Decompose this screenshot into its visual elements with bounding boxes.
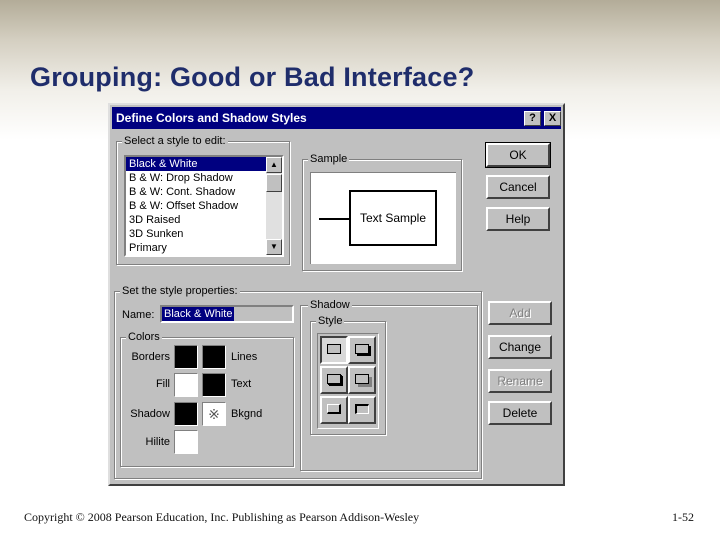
cancel-button[interactable]: Cancel <box>486 175 550 199</box>
sample-line <box>319 218 349 220</box>
fill-color-swatch[interactable] <box>174 373 198 397</box>
shadow-style-raised-button[interactable] <box>320 396 348 424</box>
sample-preview: Text Sample <box>310 172 456 264</box>
rename-button[interactable]: Rename <box>488 369 552 393</box>
define-colors-dialog: Define Colors and Shadow Styles ? X Sele… <box>108 103 565 486</box>
list-item[interactable]: Primary <box>126 241 282 255</box>
sunken-icon <box>355 404 369 414</box>
lines-label: Lines <box>231 351 258 363</box>
style-list: Black & White B & W: Drop Shadow B & W: … <box>126 157 282 255</box>
offset-shadow-icon <box>355 374 369 384</box>
delete-button[interactable]: Delete <box>488 401 552 425</box>
footer-page-number: 1-52 <box>672 510 694 524</box>
shadow-color-swatch[interactable] <box>174 402 198 426</box>
borders-label: Borders <box>131 351 170 363</box>
pattern-icon: ※ <box>208 406 220 422</box>
shadow-style-cont-button[interactable] <box>320 366 348 394</box>
list-item[interactable]: B & W: Cont. Shadow <box>126 185 282 199</box>
help-button[interactable]: Help <box>486 207 550 231</box>
list-item[interactable]: B & W: Offset Shadow <box>126 199 282 213</box>
list-item[interactable]: B & W: Drop Shadow <box>126 171 282 185</box>
shadow-style-drop-button[interactable] <box>348 336 376 364</box>
hilite-color-swatch[interactable] <box>174 430 198 454</box>
style-name-value: Black & White <box>162 307 235 321</box>
style-listbox[interactable]: Black & White B & W: Drop Shadow B & W: … <box>124 155 284 257</box>
hilite-label: Hilite <box>145 436 170 448</box>
footer-copyright: Copyright © 2008 Pearson Education, Inc.… <box>24 510 420 524</box>
raised-icon <box>327 404 341 414</box>
fill-label: Fill <box>155 378 170 390</box>
sample-group-label: Sample <box>308 153 350 165</box>
select-style-group-label: Select a style to edit: <box>122 135 228 147</box>
bkgnd-color-swatch[interactable]: ※ <box>202 402 226 426</box>
drop-shadow-icon <box>355 344 369 354</box>
help-question-button[interactable]: ? <box>524 111 541 126</box>
cont-shadow-icon <box>327 374 341 384</box>
style-name-field[interactable]: Black & White <box>160 305 294 323</box>
list-item[interactable]: 3D Sunken <box>126 227 282 241</box>
style-list-scrollbar[interactable]: ▲ ▼ <box>266 157 282 255</box>
shadow-style-grid <box>317 333 379 429</box>
add-button[interactable]: Add <box>488 301 552 325</box>
slide-title: Grouping: Good or Bad Interface? <box>30 62 475 92</box>
colors-group-label: Colors <box>126 331 162 343</box>
dialog-titlebar[interactable]: Define Colors and Shadow Styles ? X <box>112 107 561 129</box>
shadow-style-offset-button[interactable] <box>348 366 376 394</box>
sample-text-box: Text Sample <box>349 190 437 246</box>
shadow-style-group-label: Style <box>316 315 345 327</box>
box-icon <box>327 344 341 354</box>
text-label: Text <box>231 378 252 390</box>
shadow-style-none-button[interactable] <box>320 336 348 364</box>
shadow-group-label: Shadow <box>308 299 352 311</box>
shadow-label: Shadow <box>130 408 170 420</box>
scroll-down-icon[interactable]: ▼ <box>266 239 282 255</box>
ok-button[interactable]: OK <box>485 142 551 168</box>
scroll-up-icon[interactable]: ▲ <box>266 157 282 173</box>
name-label: Name: <box>122 309 155 321</box>
style-properties-group-label: Set the style properties: <box>120 285 240 297</box>
text-color-swatch[interactable] <box>202 373 226 397</box>
lines-color-swatch[interactable] <box>202 345 226 369</box>
bkgnd-label: Bkgnd <box>231 408 263 420</box>
borders-color-swatch[interactable] <box>174 345 198 369</box>
change-button[interactable]: Change <box>488 335 552 359</box>
scroll-thumb[interactable] <box>266 174 282 192</box>
close-button[interactable]: X <box>544 111 561 126</box>
list-item[interactable]: 3D Raised <box>126 213 282 227</box>
list-item[interactable]: Black & White <box>126 157 282 171</box>
dialog-title: Define Colors and Shadow Styles <box>116 111 307 125</box>
shadow-style-sunken-button[interactable] <box>348 396 376 424</box>
